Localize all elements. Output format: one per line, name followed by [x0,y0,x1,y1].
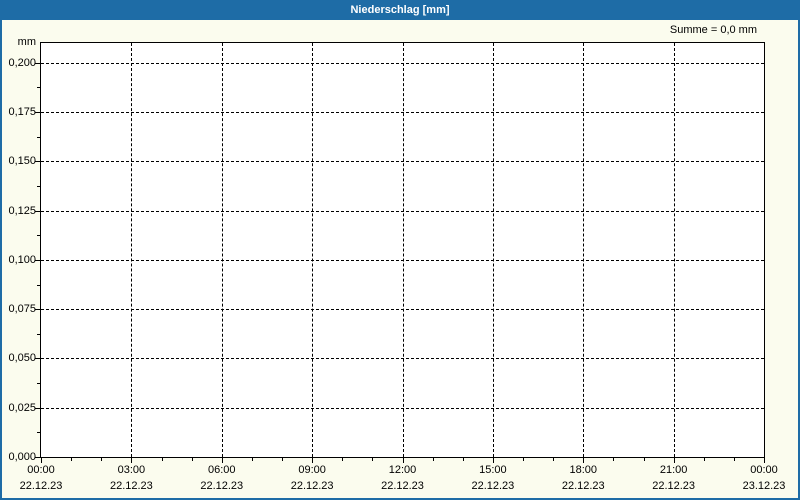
y-tick-label: 0,075 [8,303,36,316]
y-major-tick [35,358,40,360]
y-tick-label: 0,050 [8,352,36,365]
y-tick-label: 0,150 [8,155,36,168]
x-major-tick [673,458,675,463]
x-tick-time-label: 00:00 [27,464,55,476]
chart-window: Niederschlag [mm] Summe = 0,0 mm mm 0,20… [0,0,800,500]
y-major-tick [35,161,40,163]
y-minor-tick [37,87,40,89]
x-minor-tick [191,458,193,461]
x-tick-date-label: 22.12.23 [200,480,244,492]
x-tick-time-label: 09:00 [298,464,326,476]
x-minor-tick [553,458,555,461]
plot-area [40,42,765,458]
y-tick-label: 0,100 [8,253,36,266]
x-minor-tick [161,458,163,461]
x-minor-tick [101,458,103,461]
x-grid-line [673,43,675,457]
y-minor-tick [37,235,40,237]
x-minor-tick [372,458,374,461]
x-minor-tick [643,458,645,461]
y-minor-tick [37,185,40,187]
y-tick-label: 0,175 [8,106,36,118]
sum-annotation: Summe = 0,0 mm [669,24,757,36]
y-minor-tick [37,284,40,286]
x-tick-time-label: 21:00 [659,464,688,476]
x-major-tick [221,458,223,463]
y-tick-label: 0,000 [8,451,36,463]
x-minor-tick [613,458,615,461]
x-grid-line [221,43,223,457]
x-major-tick [402,458,404,463]
y-tick-label: 0,125 [8,204,36,217]
x-grid-line [402,43,404,457]
x-tick-time-label: 15:00 [479,464,507,476]
y-major-tick [35,259,40,261]
y-tick-label: 0,200 [8,56,36,69]
x-major-tick [583,458,585,463]
x-grid-line [131,43,133,457]
x-grid-line [492,43,494,457]
x-tick-time-label: 06:00 [207,464,236,476]
x-minor-tick [282,458,283,461]
y-major-tick [35,112,40,113]
x-tick-time-label: 18:00 [569,464,598,476]
x-minor-tick [432,458,434,461]
x-tick-date-label: 22.12.23 [109,480,153,492]
y-tick-label: 0,025 [8,401,36,414]
x-tick-time-label: 03:00 [117,464,146,476]
x-tick-date-label: 22.12.23 [290,480,334,492]
chart-title: Niederschlag [mm] [350,4,450,16]
x-tick-time-label: 00:00 [750,464,778,476]
x-tick-date-label: 22.12.23 [561,480,605,492]
y-minor-tick [37,383,40,385]
x-major-tick [131,458,133,463]
y-major-tick [35,62,40,64]
x-tick-date-label: 23.12.23 [742,480,786,492]
y-major-tick [35,309,40,311]
title-bar: Niederschlag [mm] [0,0,800,20]
x-minor-tick [71,458,73,461]
x-tick-time-label: 12:00 [388,464,417,476]
y-minor-tick [37,136,40,138]
x-tick-date-label: 22.12.23 [471,480,515,492]
y-major-tick [35,210,40,212]
y-minor-tick [37,333,40,335]
x-minor-tick [251,458,253,461]
x-tick-date-label: 22.12.23 [19,480,63,492]
y-major-tick [35,407,40,409]
y-major-tick [35,457,40,458]
x-grid-line [312,43,314,457]
x-major-tick [41,458,42,463]
x-major-tick [492,458,494,463]
x-minor-tick [523,458,524,461]
x-minor-tick [733,458,735,461]
x-tick-date-label: 22.12.23 [652,480,696,492]
x-major-tick [312,458,314,463]
x-major-tick [764,458,765,463]
x-tick-date-label: 22.12.23 [381,480,424,492]
x-grid-line [583,43,585,457]
y-minor-tick [37,432,40,434]
x-minor-tick [703,458,705,461]
x-minor-tick [462,458,464,461]
x-minor-tick [342,458,344,461]
y-axis-unit-label: mm [17,36,36,48]
